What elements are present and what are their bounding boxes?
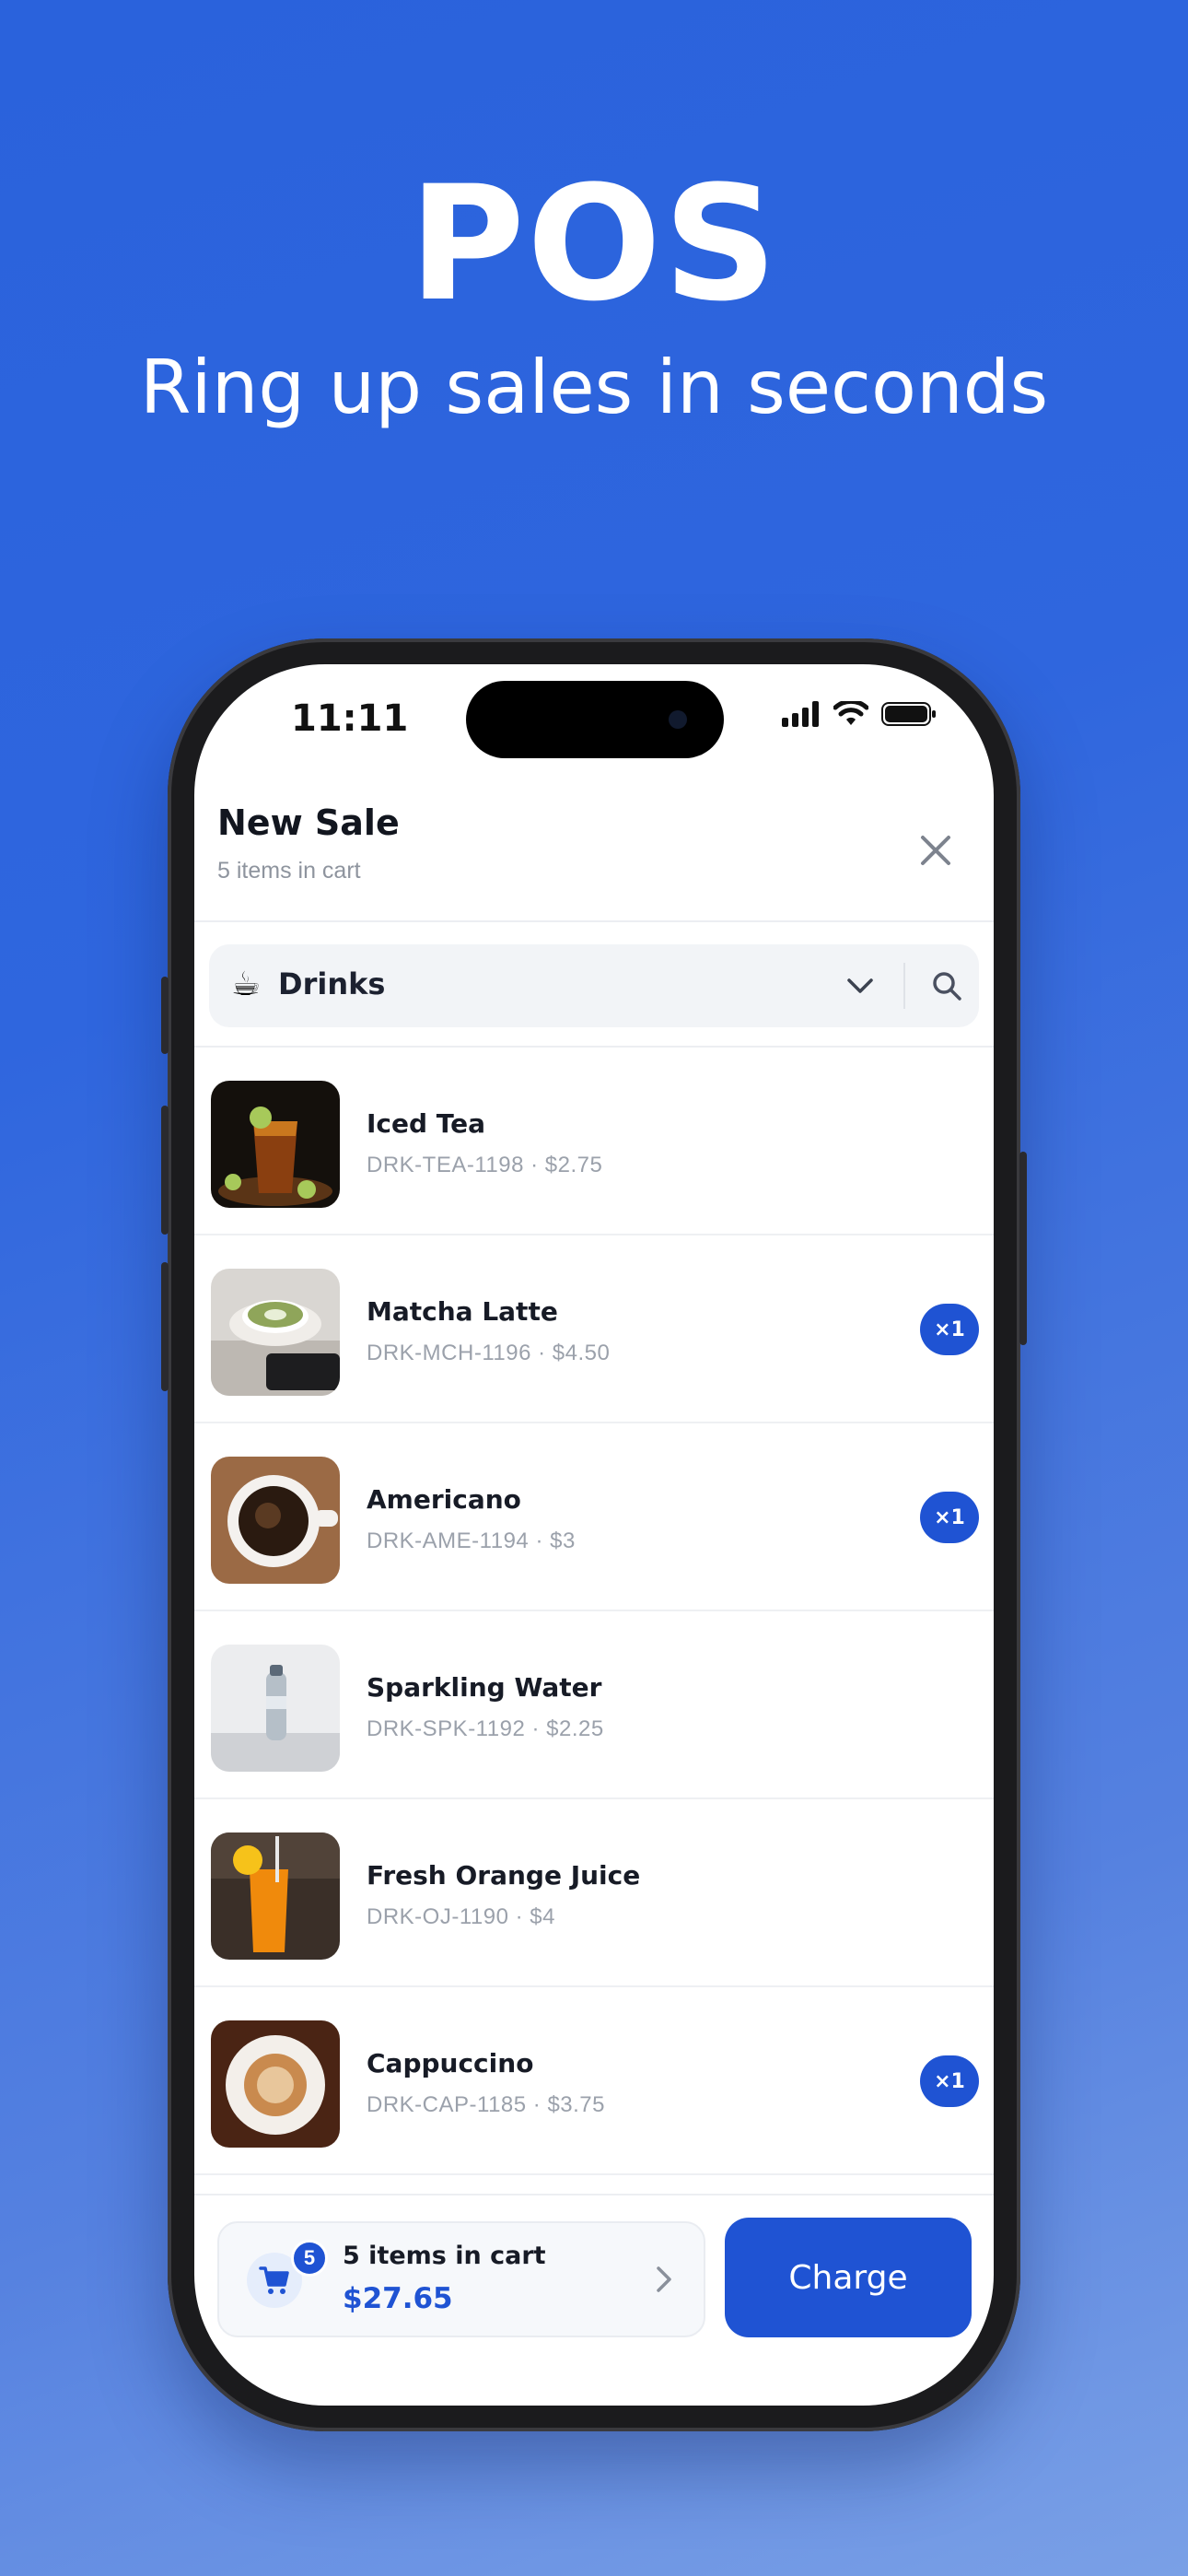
quantity-badge[interactable]: ×1 [920, 1304, 979, 1355]
category-selector[interactable]: ☕ Drinks [209, 944, 979, 1027]
sale-header: New Sale 5 items in cart [217, 802, 971, 884]
phone-screen: 11:11 New Sale 5 items in cart ☕ Drinks … [194, 664, 994, 2406]
search-icon[interactable] [931, 970, 962, 1001]
phone-volume-down [161, 1262, 169, 1391]
product-name: Cappuccino [367, 2048, 534, 2078]
matcha-latte-photo [211, 1269, 340, 1396]
cart-count-badge: 5 [291, 2240, 328, 2277]
product-meta: DRK-MCH-1196 · $4.50 [367, 1341, 611, 1365]
product-meta: DRK-TEA-1198 · $2.75 [367, 1153, 603, 1177]
phone-power-button [1019, 1152, 1027, 1345]
cappuccino-photo [211, 2020, 340, 2148]
cart-icon [259, 2266, 289, 2294]
signal-icon [782, 701, 819, 727]
category-separator [903, 963, 905, 1009]
americano-photo [211, 1457, 340, 1584]
product-row[interactable]: Sparkling Water DRK-SPK-1192 · $2.25 [194, 1611, 994, 1799]
product-meta: DRK-AME-1194 · $3 [367, 1528, 576, 1553]
chevron-down-icon[interactable] [844, 970, 876, 1001]
camera-icon [669, 710, 687, 729]
coffee-icon: ☕ [231, 965, 262, 1002]
iced-tea-photo [211, 1081, 340, 1208]
status-icons [782, 701, 937, 727]
product-row[interactable]: Matcha Latte DRK-MCH-1196 · $4.50 ×1 [194, 1235, 994, 1423]
product-row[interactable]: Cappuccino DRK-CAP-1185 · $3.75 ×1 [194, 1987, 994, 2175]
cart-label: 5 items in cart [343, 2242, 546, 2270]
category-label: Drinks [278, 966, 386, 1001]
product-name: Americano [367, 1484, 521, 1515]
product-meta: DRK-OJ-1190 · $4 [367, 1904, 555, 1929]
orange-juice-photo [211, 1832, 340, 1960]
phone-action-button [161, 977, 169, 1054]
product-meta: DRK-CAP-1185 · $3.75 [367, 2092, 605, 2117]
chevron-right-icon [657, 2266, 671, 2292]
quantity-badge[interactable]: ×1 [920, 2055, 979, 2107]
quantity-badge[interactable]: ×1 [920, 1492, 979, 1543]
close-icon [921, 836, 950, 865]
row-divider [194, 2173, 994, 2175]
cart-total: $27.65 [343, 2282, 453, 2315]
status-time: 11:11 [291, 697, 409, 740]
hero-title: POS [408, 151, 780, 336]
cart-count-subtitle: 5 items in cart [217, 858, 361, 884]
footer-divider [194, 2194, 994, 2195]
product-name: Iced Tea [367, 1108, 486, 1139]
phone-volume-up [161, 1106, 169, 1235]
battery-icon [881, 702, 936, 726]
dynamic-island [466, 681, 724, 758]
hero: POS Ring up sales in seconds [0, 157, 1188, 439]
charge-button[interactable]: Charge [725, 2218, 972, 2337]
product-name: Fresh Orange Juice [367, 1860, 641, 1891]
wifi-icon [833, 701, 868, 725]
product-name: Matcha Latte [367, 1296, 558, 1327]
hero-subtitle: Ring up sales in seconds [139, 345, 1049, 430]
product-name: Sparkling Water [367, 1672, 602, 1703]
product-row[interactable]: Americano DRK-AME-1194 · $3 ×1 [194, 1423, 994, 1611]
product-meta: DRK-SPK-1192 · $2.25 [367, 1716, 604, 1741]
product-row[interactable]: Iced Tea DRK-TEA-1198 · $2.75 [194, 1048, 994, 1235]
header-divider [194, 920, 994, 922]
cart-summary[interactable]: 5 5 items in cart $27.65 [217, 2221, 705, 2337]
close-button[interactable] [910, 825, 961, 876]
page-title: New Sale [217, 802, 400, 843]
product-row[interactable]: Fresh Orange Juice DRK-OJ-1190 · $4 [194, 1799, 994, 1987]
sparkling-water-photo [211, 1645, 340, 1772]
